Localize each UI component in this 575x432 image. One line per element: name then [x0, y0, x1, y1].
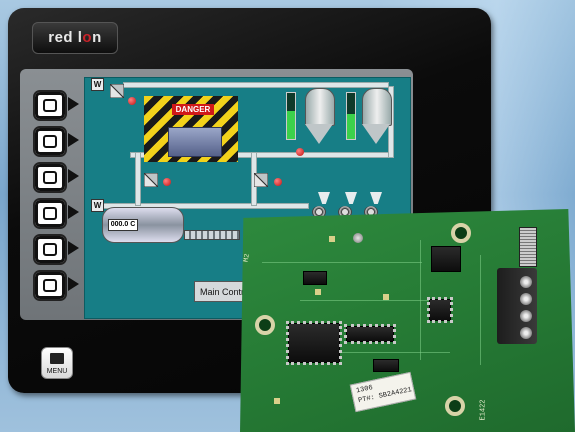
danger-label: DANGER [172, 104, 214, 115]
alarm-lamp [296, 148, 304, 156]
menu-label: MENU [46, 368, 68, 375]
mounting-hole [451, 223, 471, 243]
pcb-trace [262, 262, 422, 263]
softkey-4[interactable] [33, 198, 67, 229]
pipe-vertical-left [135, 152, 141, 206]
screw-icon [520, 327, 532, 339]
silo-1-cone [305, 124, 333, 144]
softkey-6[interactable] [33, 270, 67, 301]
softkey-3-arrow-icon [68, 169, 79, 183]
valve-icon [142, 171, 160, 189]
alarm-lamp [128, 97, 136, 105]
capacitor [353, 233, 363, 243]
ic-chip [344, 324, 396, 344]
pcb-trace [480, 255, 481, 365]
silkscreen-code: E1422 [479, 399, 488, 421]
alarm-lamp [274, 178, 282, 186]
pcb-trace [330, 352, 450, 353]
softkey-5-arrow-icon [68, 241, 79, 255]
silkscreen-mark: M2 [242, 253, 252, 263]
press-machine [168, 127, 222, 157]
terminal-block[interactable] [497, 268, 537, 344]
screw-icon [520, 310, 532, 322]
ic-chip [427, 297, 453, 323]
level-gauge-2 [346, 92, 356, 140]
valve-icon [108, 82, 126, 100]
silo-2 [362, 88, 392, 126]
solder-pad [274, 398, 280, 404]
alarm-lamp [163, 178, 171, 186]
softkey-1[interactable] [33, 90, 67, 121]
screw-icon [520, 276, 532, 288]
silo-1 [305, 88, 335, 126]
softkey-4-arrow-icon [68, 205, 79, 219]
ic-chip [431, 246, 461, 272]
softkey-2-arrow-icon [68, 133, 79, 147]
mounting-hole [255, 315, 275, 335]
mounting-hole [445, 396, 465, 416]
ic-chip [303, 271, 327, 285]
screw-icon [520, 293, 532, 305]
solder-pad [315, 289, 321, 295]
crystal-oscillator [373, 359, 399, 372]
valve-icon [252, 171, 270, 189]
menu-icon [50, 353, 64, 364]
softkey-3[interactable] [33, 162, 67, 193]
w-indicator-bottom: W [91, 199, 104, 212]
solder-pad [329, 236, 335, 242]
softkey-2[interactable] [33, 126, 67, 157]
softkey-5[interactable] [33, 234, 67, 265]
microcontroller-chip [286, 321, 342, 365]
ribbon-connector [519, 227, 537, 267]
tank-temperature-readout: 000.0 C [108, 219, 138, 231]
softkey-6-arrow-icon [68, 277, 79, 291]
w-indicator-top: W [91, 78, 104, 91]
red-lion-logo: red lon [32, 22, 118, 54]
pipe-top [123, 82, 389, 88]
conveyor-belt [184, 230, 240, 240]
solder-pad [383, 294, 389, 300]
menu-button[interactable]: MENU [41, 347, 73, 379]
softkey-1-arrow-icon [68, 97, 79, 111]
pcb-trace [300, 300, 440, 301]
silo-2-cone [362, 124, 390, 144]
pcb-trace [420, 240, 421, 360]
level-gauge-1 [286, 92, 296, 140]
